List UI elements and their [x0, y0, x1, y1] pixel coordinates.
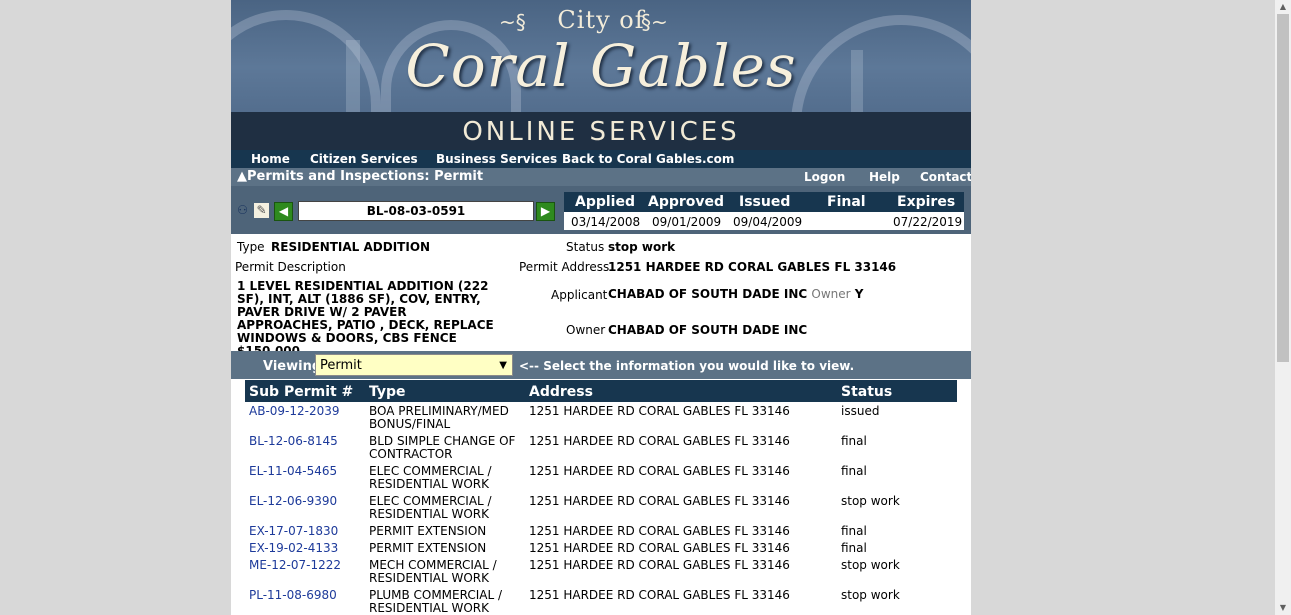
sub-permit-type: PLUMB COMMERCIAL / RESIDENTIAL WORK: [369, 588, 503, 615]
previous-arrow-icon[interactable]: ◀: [274, 202, 293, 221]
sub-permit-link[interactable]: EL-11-04-5465: [249, 465, 337, 478]
sub-permit-link[interactable]: BL-12-06-8145: [249, 435, 338, 448]
sub-permit-address: 1251 HARDEE RD CORAL GABLES FL 33146: [529, 588, 790, 602]
status-label: Status: [566, 240, 605, 254]
nav-home[interactable]: Home: [251, 152, 290, 166]
main-nav: Home Citizen Services Business Services …: [231, 150, 971, 168]
nav-business-services[interactable]: Business Services: [436, 152, 557, 166]
sub-permit-status: final: [841, 524, 867, 538]
sub-permit-type: ELEC COMMERCIAL / RESIDENTIAL WORK: [369, 464, 492, 491]
viewing-label: Viewing: [263, 359, 322, 374]
banner-city-name: Coral Gables: [405, 32, 797, 100]
sub-permit-address: 1251 HARDEE RD CORAL GABLES FL 33146: [529, 494, 790, 508]
sub-permit-address: 1251 HARDEE RD CORAL GABLES FL 33146: [529, 541, 790, 555]
sub-permit-link[interactable]: ME-12-07-1222: [249, 559, 341, 572]
permit-description-label: Permit Description: [235, 260, 346, 274]
contact-link[interactable]: Contact: [920, 170, 971, 184]
viewing-bar: Viewing Permit ▼ <-- Select the informat…: [231, 351, 971, 379]
logon-link[interactable]: Logon: [804, 170, 845, 184]
sub-permit-link[interactable]: EX-17-07-1830: [249, 525, 338, 538]
sub-permit-type: BOA PRELIMINARY/MED BONUS/FINAL: [369, 404, 509, 431]
sub-permit-status: final: [841, 434, 867, 448]
sub-permits-header: Sub Permit # Type Address Status: [245, 380, 957, 402]
sub-permit-status: issued: [841, 404, 880, 418]
permit-address-value: 1251 HARDEE RD CORAL GABLES FL 33146: [608, 260, 897, 274]
sub-permit-type-header: Type: [369, 384, 406, 400]
banner-online-services: ONLINE SERVICES: [231, 112, 971, 150]
viewing-selected-value: Permit: [320, 358, 362, 373]
permit-address-label: Permit Address: [519, 260, 610, 274]
owner-label: Owner: [566, 323, 606, 337]
sub-permit-type: ELEC COMMERCIAL / RESIDENTIAL WORK: [369, 494, 492, 521]
page-title[interactable]: ▲Permits and Inspections: Permit: [237, 169, 483, 184]
nav-back-to-coral-gables[interactable]: Back to Coral Gables.com: [562, 152, 734, 166]
collapse-triangle-icon: ▲: [237, 169, 247, 184]
sub-permit-address: 1251 HARDEE RD CORAL GABLES FL 33146: [529, 404, 790, 418]
next-arrow-icon[interactable]: ▶: [536, 202, 555, 221]
sub-permit-status-header: Status: [841, 384, 893, 400]
type-value: RESIDENTIAL ADDITION: [271, 240, 431, 254]
page-container: ~§ §~ City of Coral Gables ONLINE SERVIC…: [231, 0, 971, 615]
status-value: stop work: [608, 240, 676, 254]
viewing-select[interactable]: Permit ▼: [315, 354, 513, 376]
scroll-up-arrow-icon[interactable]: ▲: [1275, 0, 1291, 14]
permit-search-bar: ⚇ ✎ ◀ BL-08-03-0591 ▶ Applied Approved I…: [231, 186, 971, 234]
sub-permit-type: PERMIT EXTENSION: [369, 541, 487, 555]
issued-date: 09/04/2009: [733, 215, 803, 229]
sub-permit-address: 1251 HARDEE RD CORAL GABLES FL 33146: [529, 434, 790, 448]
header-banner: ~§ §~ City of Coral Gables ONLINE SERVIC…: [231, 0, 971, 150]
sub-permit-link[interactable]: EL-12-06-9390: [249, 495, 337, 508]
sub-permit-type: MECH COMMERCIAL / RESIDENTIAL WORK: [369, 558, 497, 585]
applicant-label: Applicant: [551, 288, 608, 302]
expires-date: 07/22/2019: [893, 215, 963, 229]
applicant-value: CHABAD OF SOUTH DADE INC Owner Y: [608, 287, 864, 301]
scroll-thumb[interactable]: [1277, 14, 1289, 362]
expires-header: Expires: [897, 194, 956, 210]
scroll-down-arrow-icon[interactable]: ▼: [1275, 601, 1291, 615]
sub-permit-link[interactable]: AB-09-12-2039: [249, 405, 340, 418]
sub-permit-link[interactable]: PL-11-08-6980: [249, 589, 337, 602]
approved-date: 09/01/2009: [652, 215, 722, 229]
banner-city-of: City of: [557, 6, 645, 34]
viewing-hint: <-- Select the information you would lik…: [519, 359, 855, 373]
dates-header: Applied Approved Issued Final Expires: [564, 192, 964, 212]
sub-permit-status: stop work: [841, 558, 900, 572]
applied-date: 03/14/2008: [571, 215, 641, 229]
sub-permit-address-header: Address: [529, 384, 593, 400]
section-title-bar: ▲Permits and Inspections: Permit Logon H…: [231, 168, 971, 186]
sub-permit-number-header: Sub Permit #: [249, 384, 354, 400]
permit-dates-table: Applied Approved Issued Final Expires 03…: [564, 192, 964, 230]
sub-permit-type: BLD SIMPLE CHANGE OF CONTRACTOR: [369, 434, 516, 461]
notepad-icon[interactable]: ✎: [254, 203, 269, 218]
type-label: Type: [237, 240, 265, 254]
applicant-owner-label: Owner: [811, 287, 851, 301]
sub-permit-status: final: [841, 541, 867, 555]
dates-values: 03/14/2008 09/01/2009 09/04/2009 07/22/2…: [564, 213, 964, 230]
sub-permit-status: final: [841, 464, 867, 478]
sub-permit-status: stop work: [841, 588, 900, 602]
sub-permit-type: PERMIT EXTENSION: [369, 524, 487, 538]
nav-citizen-services[interactable]: Citizen Services: [310, 152, 418, 166]
permit-number-input[interactable]: BL-08-03-0591: [298, 201, 534, 221]
sub-permit-address: 1251 HARDEE RD CORAL GABLES FL 33146: [529, 464, 790, 478]
sub-permit-address: 1251 HARDEE RD CORAL GABLES FL 33146: [529, 524, 790, 538]
applied-header: Applied: [575, 194, 635, 210]
page-scrollbar[interactable]: ▲ ▼: [1275, 0, 1291, 615]
owner-value: CHABAD OF SOUTH DADE INC: [608, 323, 808, 337]
sub-permit-link[interactable]: EX-19-02-4133: [249, 542, 338, 555]
permit-details: Type RESIDENTIAL ADDITION Status stop wo…: [231, 234, 971, 358]
dropdown-caret-icon: ▼: [499, 360, 507, 371]
permit-description-text: 1 LEVEL RESIDENTIAL ADDITION (222 SF), I…: [237, 279, 494, 358]
sub-permit-status: stop work: [841, 494, 900, 508]
help-link[interactable]: Help: [869, 170, 900, 184]
approved-header: Approved: [648, 194, 725, 210]
issued-header: Issued: [739, 194, 791, 210]
final-header: Final: [827, 194, 866, 210]
binoculars-icon[interactable]: ⚇: [235, 203, 250, 218]
sub-permit-address: 1251 HARDEE RD CORAL GABLES FL 33146: [529, 558, 790, 572]
applicant-owner-flag: Y: [854, 287, 864, 301]
